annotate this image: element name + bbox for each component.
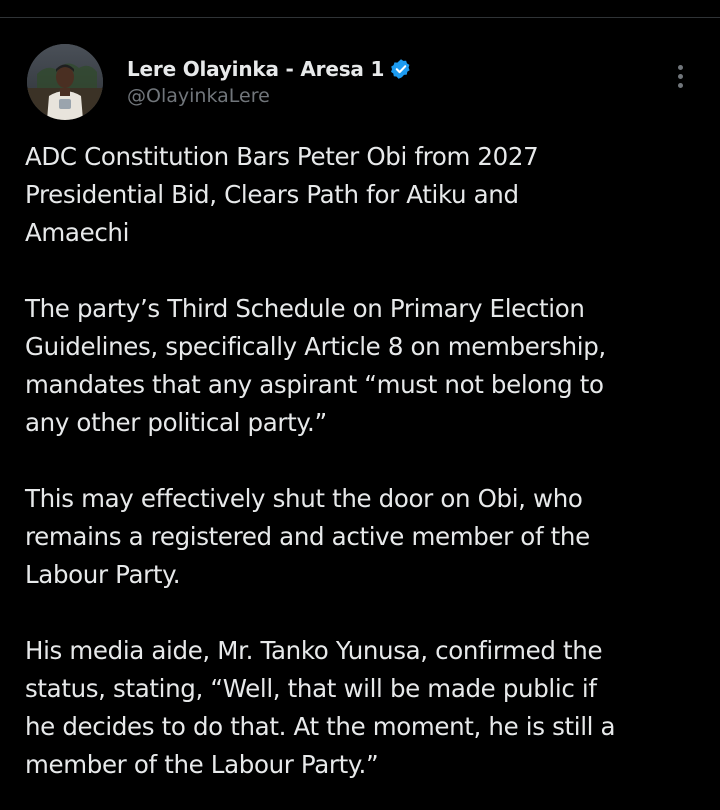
avatar-image (27, 44, 103, 120)
top-divider (0, 17, 720, 18)
more-dot (677, 82, 683, 88)
avatar[interactable] (27, 44, 103, 120)
name-row[interactable]: Lere Olayinka - Aresa 1 (127, 55, 412, 83)
tweet-paragraph-headline: ADC Constitution Bars Peter Obi from 202… (25, 142, 539, 247)
more-dot (677, 64, 683, 70)
tweet-text: ADC Constitution Bars Peter Obi from 202… (25, 138, 695, 784)
user-handle[interactable]: @OlayinkaLere (127, 85, 270, 107)
tweet-paragraph-4: His media aide, Mr. Tanko Yunusa, confir… (25, 636, 616, 779)
verified-badge-icon (390, 58, 412, 80)
more-dot (677, 73, 683, 79)
more-vertical-icon[interactable] (664, 58, 696, 94)
tweet-paragraph-3: This may effectively shut the door on Ob… (25, 484, 590, 589)
tweet-header: Lere Olayinka - Aresa 1 @OlayinkaLere (0, 38, 720, 138)
tweet-paragraph-2: The party’s Third Schedule on Primary El… (25, 294, 606, 437)
display-name[interactable]: Lere Olayinka - Aresa 1 (127, 57, 384, 81)
